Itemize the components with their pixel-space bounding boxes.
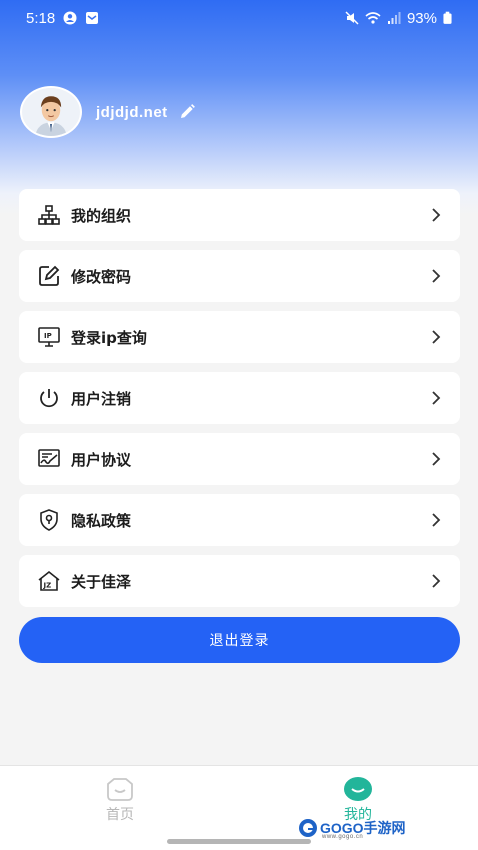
chevron-right-icon <box>432 574 441 588</box>
chevron-right-icon <box>432 208 441 222</box>
chevron-right-icon <box>432 452 441 466</box>
menu-item-login-ip-query[interactable]: IP 登录ip查询 <box>19 311 460 363</box>
battery-percent: 93% <box>406 9 437 27</box>
chevron-right-icon <box>432 391 441 405</box>
edit-name-icon[interactable] <box>178 103 196 121</box>
signal-icon <box>387 12 401 24</box>
ip-monitor-icon: IP <box>38 327 60 347</box>
menu-item-my-organization[interactable]: 我的组织 <box>19 189 460 241</box>
watermark-url: www.gogo.cn <box>322 834 364 840</box>
logout-button[interactable]: 退出登录 <box>19 617 460 663</box>
status-time: 5:18 <box>26 9 56 27</box>
menu-item-label: 用户注销 <box>71 389 132 408</box>
mine-tab-icon <box>344 777 372 801</box>
shield-icon <box>40 509 58 531</box>
username: jdjdjd.net <box>96 103 168 121</box>
status-bar: 5:18 93% <box>0 0 478 36</box>
tab-mine[interactable]: 我的 <box>298 776 418 824</box>
tab-home[interactable]: 首页 <box>60 776 180 824</box>
message-status-icon <box>86 12 99 24</box>
menu-item-about[interactable]: JZ 关于佳泽 <box>19 555 460 607</box>
wifi-icon <box>365 12 381 24</box>
menu-item-user-agreement[interactable]: 用户协议 <box>19 433 460 485</box>
profile-section: jdjdjd.net <box>20 86 196 138</box>
menu-item-account-cancellation[interactable]: 用户注销 <box>19 372 460 424</box>
power-icon <box>40 389 58 408</box>
bottom-tab-bar: 首页 我的 <box>0 765 478 850</box>
agreement-icon <box>38 449 60 467</box>
menu-item-change-password[interactable]: 修改密码 <box>19 250 460 302</box>
menu-item-label: 我的组织 <box>71 206 132 225</box>
battery-icon <box>443 11 452 24</box>
mute-icon <box>345 11 359 25</box>
menu-item-label: 隐私政策 <box>71 511 132 530</box>
home-tab-icon <box>107 778 133 801</box>
gogo-logo-icon <box>299 819 317 837</box>
watermark: GOGO手游网 www.gogo.cn <box>298 818 406 840</box>
about-home-icon: JZ <box>38 570 60 591</box>
avatar-image <box>22 88 80 136</box>
home-indicator[interactable] <box>167 839 311 844</box>
avatar[interactable] <box>20 86 82 138</box>
menu-item-label: 关于佳泽 <box>71 572 132 591</box>
menu-item-label: 登录ip查询 <box>71 328 147 347</box>
menu-item-privacy-policy[interactable]: 隐私政策 <box>19 494 460 546</box>
chevron-right-icon <box>432 513 441 527</box>
svg-text:IP: IP <box>44 332 52 340</box>
chevron-right-icon <box>432 269 441 283</box>
svg-text:JZ: JZ <box>43 582 52 590</box>
org-chart-icon <box>38 205 60 225</box>
chevron-right-icon <box>432 330 441 344</box>
tab-home-label: 首页 <box>106 807 134 823</box>
menu-item-label: 修改密码 <box>71 267 132 286</box>
account-status-icon <box>63 11 77 25</box>
edit-square-icon <box>39 265 60 286</box>
menu-item-label: 用户协议 <box>71 450 132 469</box>
